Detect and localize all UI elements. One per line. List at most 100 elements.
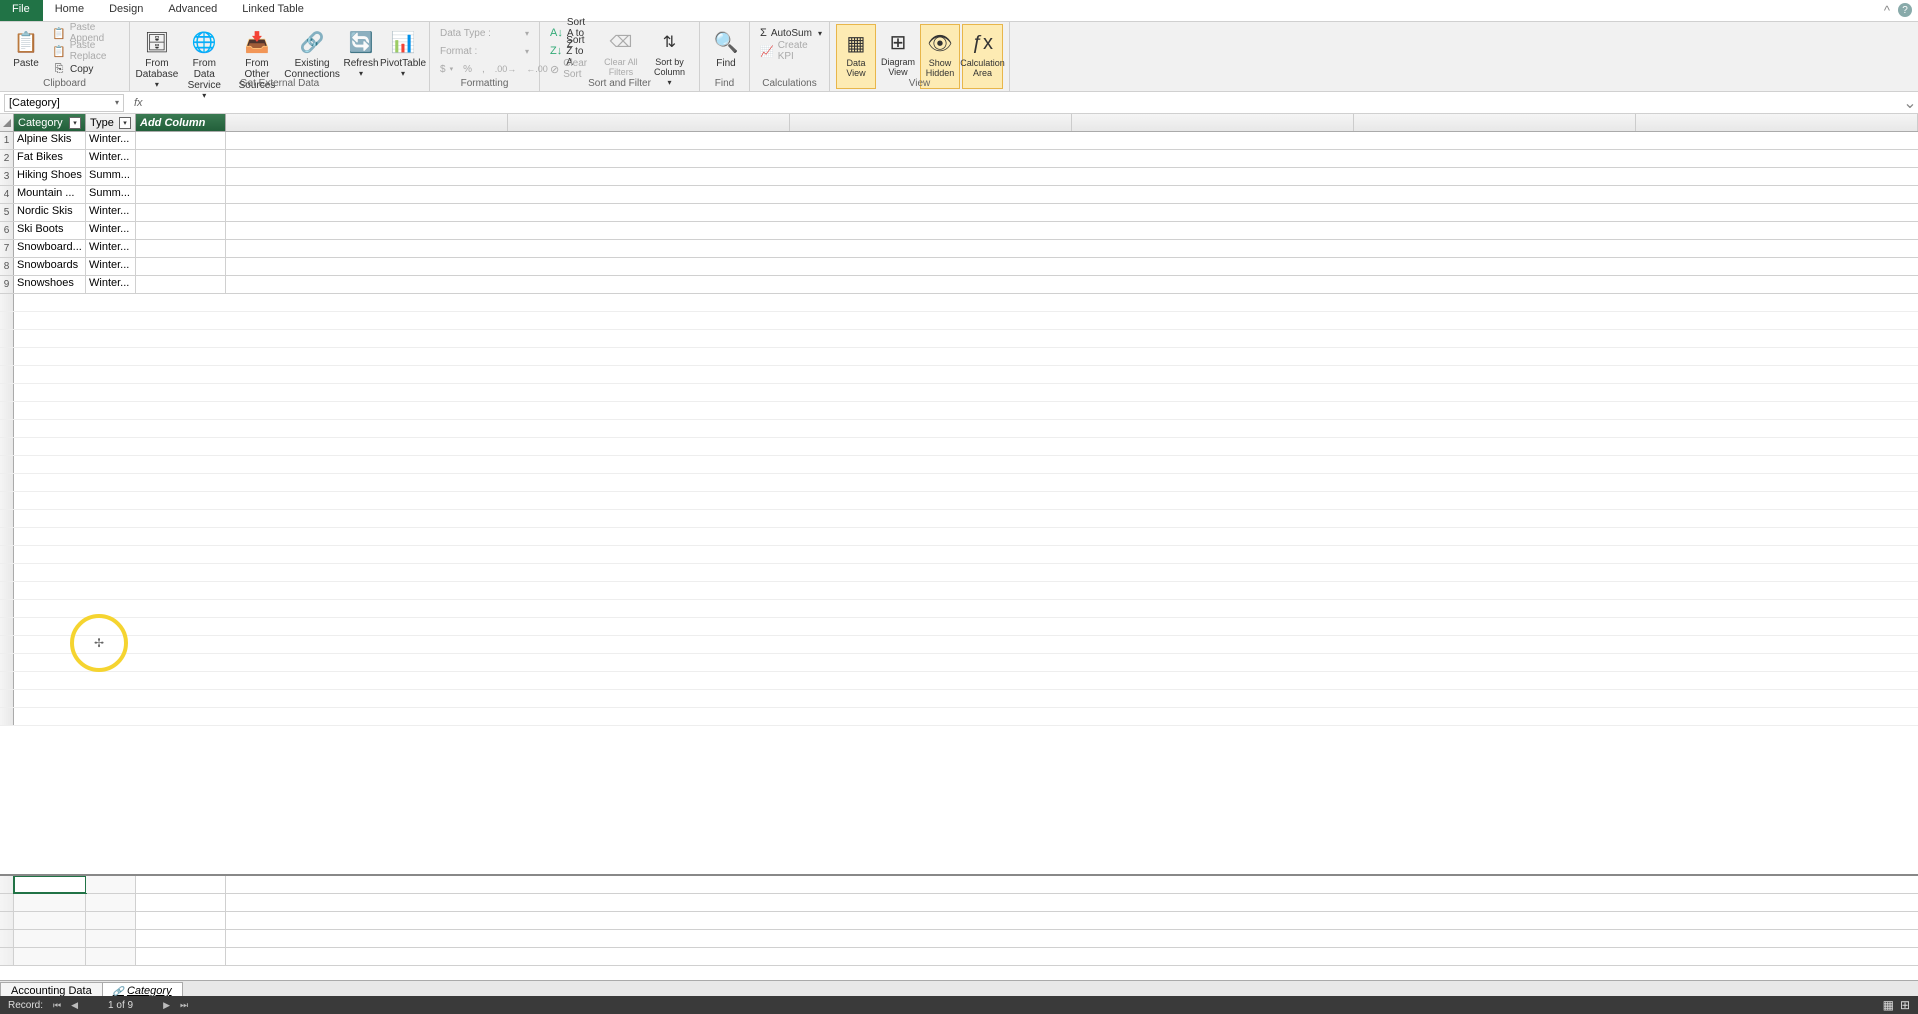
tab-advanced[interactable]: Advanced — [156, 0, 230, 21]
dropdown-icon: ▾ — [401, 69, 405, 78]
cell-type[interactable]: Summ... — [86, 168, 136, 185]
cell-category[interactable]: Snowshoes — [14, 276, 86, 293]
create-kpi-button[interactable]: 📈Create KPI — [756, 42, 823, 60]
cell-category[interactable]: Nordic Skis — [14, 204, 86, 221]
add-column-header[interactable]: Add Column — [136, 114, 226, 131]
table-row[interactable]: 8SnowboardsWinter... — [0, 258, 1918, 276]
row-header[interactable]: 3 — [0, 168, 14, 185]
cell-type[interactable]: Winter... — [86, 240, 136, 257]
clear-sort-button[interactable]: ⊘Clear Sort — [546, 60, 596, 78]
cell-empty[interactable] — [136, 186, 226, 203]
increase-decimal-button[interactable]: .00→ — [491, 60, 521, 78]
cell-category[interactable]: Alpine Skis — [14, 132, 86, 149]
paste-label: Paste — [13, 58, 39, 69]
cell-category[interactable]: Hiking Shoes — [14, 168, 86, 185]
row-header[interactable]: 4 — [0, 186, 14, 203]
table-row[interactable]: 2Fat BikesWinter... — [0, 150, 1918, 168]
empty-row — [0, 492, 1918, 510]
empty-column — [226, 114, 508, 131]
record-prev-button[interactable]: ◀ — [71, 1000, 78, 1011]
tab-file[interactable]: File — [0, 0, 43, 21]
currency-icon: $ — [440, 64, 446, 75]
filter-dropdown-icon[interactable]: ▾ — [119, 117, 131, 129]
minimize-ribbon-icon[interactable]: ^ — [1884, 3, 1890, 18]
table-row[interactable]: 3Hiking ShoesSumm... — [0, 168, 1918, 186]
table-row[interactable]: 5Nordic SkisWinter... — [0, 204, 1918, 222]
tab-home[interactable]: Home — [43, 0, 97, 21]
name-box[interactable]: [Category] ▾ — [4, 94, 124, 112]
table-row[interactable]: 9SnowshoesWinter... — [0, 276, 1918, 294]
cell-type[interactable]: Winter... — [86, 258, 136, 275]
copy-button[interactable]: ⎘Copy — [48, 60, 123, 78]
paste-icon: 📋 — [10, 26, 42, 58]
grid-body[interactable]: 1Alpine SkisWinter...2Fat BikesWinter...… — [0, 132, 1918, 874]
row-header[interactable]: 7 — [0, 240, 14, 257]
column-header-type[interactable]: Type ▾ — [86, 114, 136, 131]
row-header[interactable]: 5 — [0, 204, 14, 221]
cell-empty[interactable] — [136, 132, 226, 149]
column-header-category[interactable]: Category ▾ — [14, 114, 86, 131]
filter-dropdown-icon[interactable]: ▾ — [69, 117, 81, 129]
sources-icon: 📥 — [241, 26, 273, 58]
summary-cell[interactable] — [86, 876, 136, 893]
format-dropdown[interactable]: Format :▾ — [436, 42, 533, 60]
help-icon[interactable]: ? — [1898, 3, 1912, 17]
row-header[interactable]: 9 — [0, 276, 14, 293]
calculation-area-label: Calculation Area — [960, 59, 1005, 79]
refresh-button[interactable]: 🔄Refresh▾ — [341, 24, 381, 102]
record-first-button[interactable]: ⏮ — [53, 1000, 61, 1011]
empty-row — [0, 438, 1918, 456]
cell-category[interactable]: Fat Bikes — [14, 150, 86, 167]
table-row[interactable]: 4Mountain ...Summ... — [0, 186, 1918, 204]
clear-sort-icon: ⊘ — [550, 62, 559, 76]
calculations-group-label: Calculations — [750, 78, 829, 90]
cell-empty[interactable] — [136, 276, 226, 293]
row-header[interactable]: 1 — [0, 132, 14, 149]
pivottable-button[interactable]: 📊PivotTable▾ — [383, 24, 423, 102]
record-last-button[interactable]: ⏭ — [180, 1000, 188, 1011]
row-header[interactable]: 2 — [0, 150, 14, 167]
cell-type[interactable]: Winter... — [86, 132, 136, 149]
existing-connections-button[interactable]: 🔗Existing Connections — [285, 24, 339, 102]
sort-za-icon: Z↓ — [550, 44, 562, 58]
record-next-button[interactable]: ▶ — [163, 1000, 170, 1011]
cell-category[interactable]: Mountain ... — [14, 186, 86, 203]
cell-empty[interactable] — [136, 150, 226, 167]
cell-empty[interactable] — [136, 204, 226, 221]
diagram-view-icon[interactable]: ⊞ — [1900, 998, 1910, 1012]
cell-empty[interactable] — [136, 240, 226, 257]
cell-empty[interactable] — [136, 258, 226, 275]
cell-type[interactable]: Winter... — [86, 222, 136, 239]
tab-linked-table[interactable]: Linked Table — [230, 0, 317, 21]
data-type-dropdown[interactable]: Data Type :▾ — [436, 24, 533, 42]
percent-button[interactable]: % — [459, 60, 476, 78]
cell-empty[interactable] — [136, 222, 226, 239]
tab-design[interactable]: Design — [97, 0, 156, 21]
comma-button[interactable]: , — [478, 60, 489, 78]
table-row[interactable]: 7Snowboard...Winter... — [0, 240, 1918, 258]
from-other-sources-button[interactable]: 📥From Other Sources — [231, 24, 283, 102]
cell-type[interactable]: Summ... — [86, 186, 136, 203]
summary-cell-selected[interactable] — [14, 876, 86, 893]
row-header[interactable]: 8 — [0, 258, 14, 275]
currency-button[interactable]: $▾ — [436, 60, 457, 78]
cell-empty[interactable] — [136, 168, 226, 185]
expand-formula-bar-icon[interactable]: ⌄ — [1902, 93, 1918, 113]
cell-category[interactable]: Snowboard... — [14, 240, 86, 257]
cell-category[interactable]: Snowboards — [14, 258, 86, 275]
from-data-service-button[interactable]: 🌐From Data Service▾ — [180, 24, 229, 102]
table-row[interactable]: 6Ski BootsWinter... — [0, 222, 1918, 240]
row-header[interactable]: 6 — [0, 222, 14, 239]
from-database-button[interactable]: 🗄From Database▾ — [136, 24, 178, 102]
summary-cell[interactable] — [136, 876, 226, 893]
grid-view-icon[interactable]: ▦ — [1883, 998, 1894, 1012]
empty-column — [1636, 114, 1918, 131]
cell-type[interactable]: Winter... — [86, 276, 136, 293]
cell-category[interactable]: Ski Boots — [14, 222, 86, 239]
cell-type[interactable]: Winter... — [86, 204, 136, 221]
select-all-corner[interactable] — [0, 114, 14, 131]
cell-type[interactable]: Winter... — [86, 150, 136, 167]
paste-replace-button[interactable]: 📋Paste Replace — [48, 42, 123, 60]
dropdown-icon[interactable]: ▾ — [115, 98, 119, 107]
table-row[interactable]: 1Alpine SkisWinter... — [0, 132, 1918, 150]
